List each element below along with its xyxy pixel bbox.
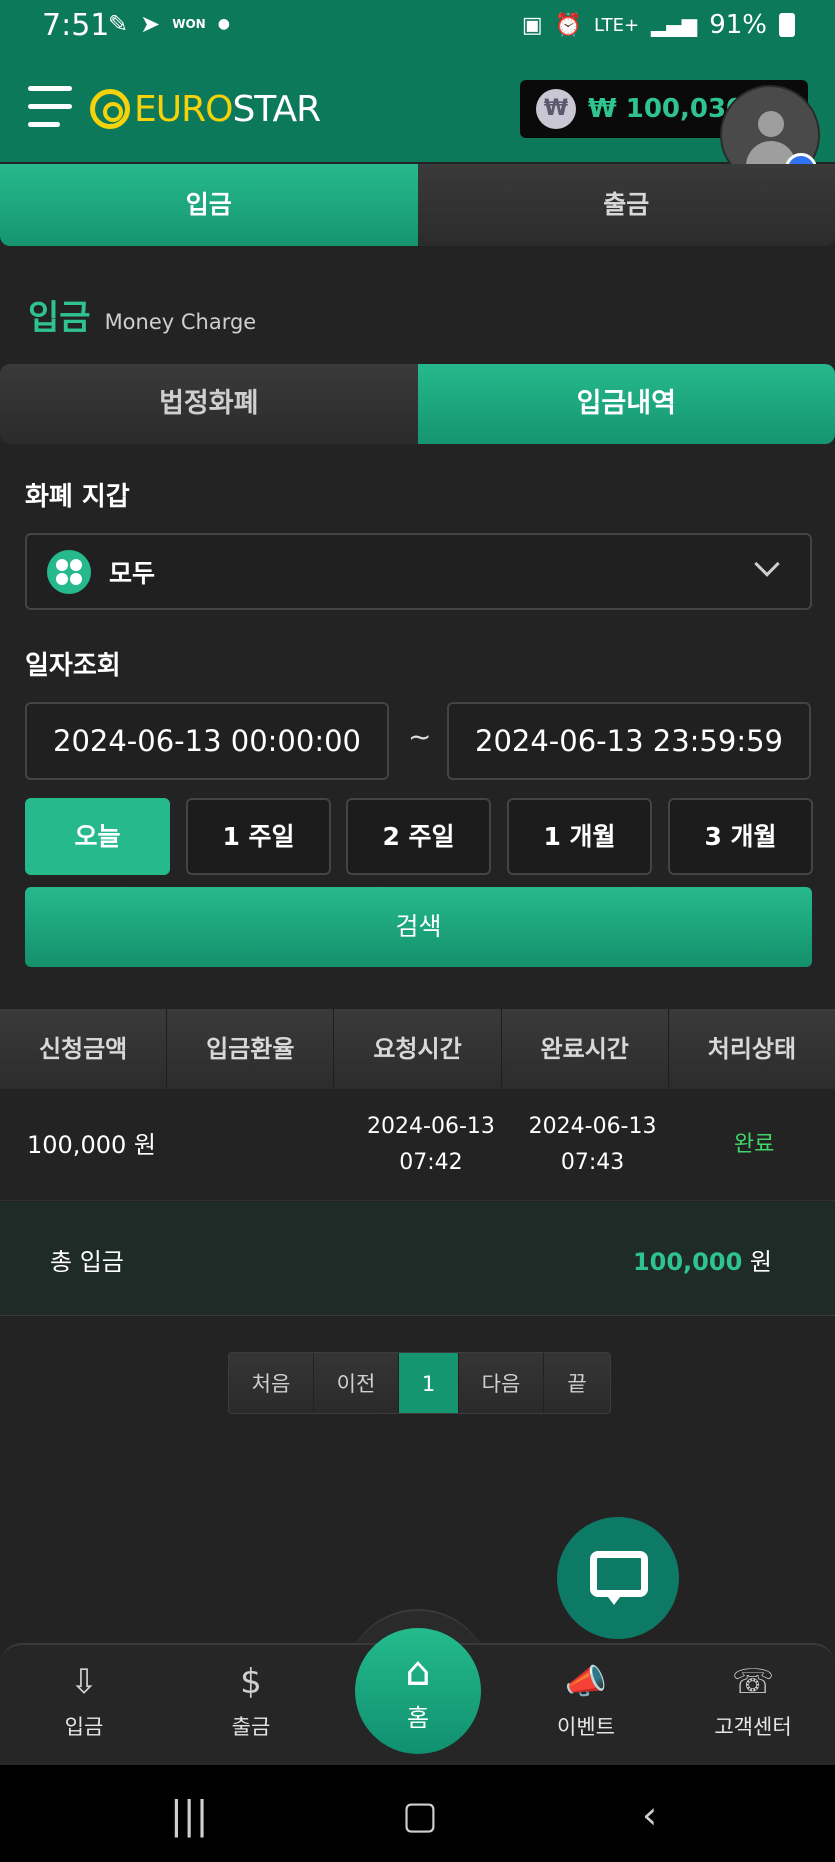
nav-support[interactable]: ☏ 고객센터 xyxy=(693,1659,813,1741)
notification-app-icon: ✎ xyxy=(108,10,129,38)
logo-text-primary: EURO xyxy=(134,88,233,130)
support-24-icon: ☏ xyxy=(731,1662,775,1702)
home-icon: ⌂ xyxy=(405,1649,431,1695)
status-time: 7:51 xyxy=(42,8,110,43)
wallet-select[interactable]: 모두 xyxy=(25,533,812,610)
range-1week-button[interactable]: 1 주일 xyxy=(186,798,331,875)
nav-label: 출금 xyxy=(231,1715,271,1739)
nav-label: 이벤트 xyxy=(557,1715,615,1739)
total-unit: 원 xyxy=(749,1248,772,1276)
range-3month-button[interactable]: 3 개월 xyxy=(668,798,813,875)
alarm-icon: ⏰ xyxy=(554,12,583,38)
column-header: 입금환율 xyxy=(167,1009,335,1089)
status-bar: 7:51 ✎ ➤ WON ● ▣ ⏰ LTE+ ▂▄▆ 91% xyxy=(0,0,835,56)
main-tabs: 입금 출금 xyxy=(0,164,835,246)
completed-time: 07:43 xyxy=(560,1149,625,1175)
date-separator: ~ xyxy=(408,720,432,753)
table-row: 100,000 원 2024-06-13 07:42 2024-06-13 07:4… xyxy=(0,1089,835,1201)
telegram-icon: ➤ xyxy=(140,10,161,38)
signal-icon: ▂▄▆ xyxy=(651,13,698,37)
start-date-field[interactable]: 2024-06-13 00:00:00 xyxy=(25,702,389,780)
tab-deposit[interactable]: 입금 xyxy=(0,164,418,246)
withdraw-icon: $ xyxy=(240,1662,262,1702)
dot-icon: ● xyxy=(217,16,230,32)
network-label: LTE+ xyxy=(594,14,640,36)
nav-label: 홈 xyxy=(406,1704,430,1732)
total-row: 총 입금 100,000 원 xyxy=(0,1202,835,1316)
home-system-icon[interactable]: ▢ xyxy=(402,1793,438,1837)
nav-label: 고객센터 xyxy=(714,1715,792,1739)
sub-tabs: 법정화폐 입금내역 xyxy=(0,364,835,444)
nav-deposit[interactable]: ⇩ 입금 xyxy=(24,1659,144,1741)
page-title-en: Money Charge xyxy=(104,310,257,334)
wallet-selected-value: 모두 xyxy=(109,558,156,588)
range-2week-button[interactable]: 2 주일 xyxy=(346,798,491,875)
cell-amount: 100,000 원 xyxy=(27,1130,156,1159)
column-header: 신청금액 xyxy=(0,1009,168,1089)
app-header: 7:51 ✎ ➤ WON ● ▣ ⏰ LTE+ ▂▄▆ 91% EURO STAR… xyxy=(0,0,835,162)
total-value: 100,000 원 xyxy=(633,1242,772,1277)
page-title-ko: 입금 xyxy=(28,298,91,338)
battery-level: 91% xyxy=(709,10,767,40)
column-header: 요청시간 xyxy=(334,1009,502,1089)
system-nav-bar: ||| ▢ ‹ xyxy=(0,1765,835,1862)
cell-requested: 2024-06-13 07:42 xyxy=(350,1089,512,1200)
cell-rate xyxy=(189,1089,351,1200)
battery-saver-icon: ▣ xyxy=(521,12,543,38)
balance-amount: ₩ 100,030 xyxy=(588,94,745,124)
tab-withdraw[interactable]: 출금 xyxy=(417,164,835,246)
pagination: 처음 이전 1 다음 끝 xyxy=(228,1352,611,1414)
back-icon[interactable]: ‹ xyxy=(642,1793,657,1837)
page-title: 입금 Money Charge xyxy=(28,290,256,339)
page-next-button[interactable]: 다음 xyxy=(459,1353,544,1413)
chevron-down-icon xyxy=(754,551,780,577)
total-amount: 100,000 xyxy=(632,1248,743,1276)
status-badge: 완료 xyxy=(733,1131,775,1157)
table-header: 신청금액 입금환율 요청시간 완료시간 처리상태 xyxy=(0,1009,835,1089)
chat-bubble-icon xyxy=(590,1551,648,1597)
logo[interactable]: EURO STAR xyxy=(90,84,321,134)
date-query-label: 일자조회 xyxy=(25,651,121,681)
cell-completed: 2024-06-13 07:43 xyxy=(512,1089,674,1200)
nav-home-button[interactable]: ⌂ 홈 xyxy=(355,1628,481,1754)
completed-date: 2024-06-13 xyxy=(528,1113,657,1139)
end-date-field[interactable]: 2024-06-13 23:59:59 xyxy=(447,702,811,780)
requested-time: 07:42 xyxy=(399,1149,463,1175)
nav-label: 입금 xyxy=(64,1715,104,1739)
logo-mark-icon xyxy=(90,89,130,129)
won-coin-icon: ₩ xyxy=(536,89,576,129)
tab-deposit-history[interactable]: 입금내역 xyxy=(417,364,835,444)
deposit-icon: ⇩ xyxy=(69,1662,99,1702)
megaphone-icon: 📣 xyxy=(564,1662,608,1702)
live-chat-button[interactable] xyxy=(557,1517,679,1639)
search-button[interactable]: 검색 xyxy=(25,887,812,967)
page-first-button[interactable]: 처음 xyxy=(229,1353,314,1413)
recents-icon[interactable]: ||| xyxy=(170,1793,208,1837)
nav-events[interactable]: 📣 이벤트 xyxy=(526,1659,646,1741)
page-last-button[interactable]: 끝 xyxy=(544,1353,610,1413)
range-today-button[interactable]: 오늘 xyxy=(25,798,170,875)
nav-withdraw[interactable]: $ 출금 xyxy=(191,1659,311,1741)
page-1-button[interactable]: 1 xyxy=(399,1353,459,1413)
grid-icon xyxy=(47,549,91,594)
column-header: 처리상태 xyxy=(707,1035,797,1063)
requested-date: 2024-06-13 xyxy=(367,1113,495,1139)
tab-fiat[interactable]: 법정화폐 xyxy=(0,364,418,444)
page-prev-button[interactable]: 이전 xyxy=(314,1353,399,1413)
logo-text-secondary: STAR xyxy=(232,88,321,130)
column-header: 완료시간 xyxy=(502,1009,669,1089)
won-app-icon: WON xyxy=(172,17,206,31)
range-1month-button[interactable]: 1 개월 xyxy=(507,798,652,875)
battery-icon xyxy=(779,13,795,37)
total-label: 총 입금 xyxy=(50,1248,124,1276)
hamburger-menu-icon[interactable] xyxy=(28,84,74,130)
wallet-label: 화폐 지갑 xyxy=(25,482,130,512)
